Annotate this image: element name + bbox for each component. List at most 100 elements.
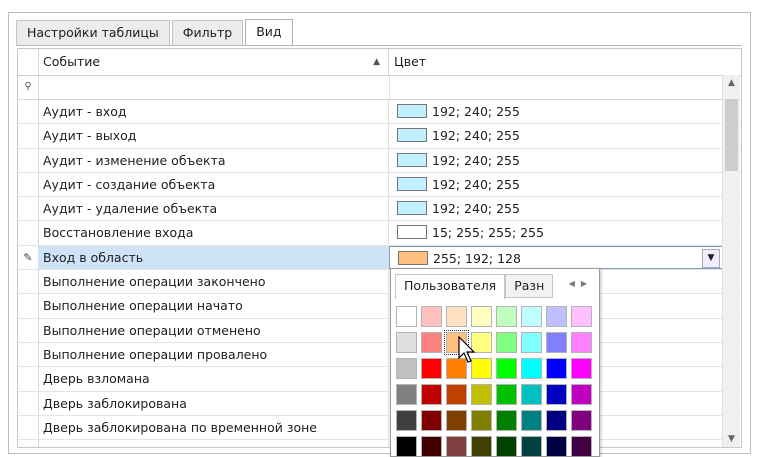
palette-color-cell[interactable] xyxy=(496,384,517,405)
palette-color-cell[interactable] xyxy=(546,306,567,327)
palette-color-cell[interactable] xyxy=(496,332,517,353)
palette-color-cell[interactable] xyxy=(521,384,542,405)
palette-color-cell[interactable] xyxy=(546,410,567,431)
event-cell[interactable]: Выполнение операции провалено xyxy=(38,342,389,367)
event-cell[interactable]: Выполнение операции отменено xyxy=(38,318,389,342)
event-cell[interactable]: Дверь взломана xyxy=(38,367,389,391)
palette-color-cell[interactable] xyxy=(446,410,467,431)
event-cell[interactable]: Аудит - вход xyxy=(38,100,389,124)
palette-color-cell[interactable] xyxy=(496,306,517,327)
tab-scroll-left-icon[interactable]: ◀ xyxy=(569,279,581,288)
event-cell[interactable]: Выполнение операции начато xyxy=(38,294,389,318)
scroll-up-icon[interactable]: ▲ xyxy=(723,75,740,91)
palette-color-cell[interactable] xyxy=(446,384,467,405)
event-cell[interactable]: Аудит - создание объекта xyxy=(38,172,389,197)
row-indicator xyxy=(18,221,39,245)
palette-color-cell[interactable] xyxy=(421,358,442,379)
tab-0[interactable]: Настройки таблицы xyxy=(16,20,170,45)
table-row[interactable]: Аудит - изменение объекта 192; 240; 255 xyxy=(18,148,741,173)
palette-color-cell[interactable] xyxy=(571,436,592,456)
palette-color-cell[interactable] xyxy=(496,358,517,379)
event-cell[interactable]: Выполнение операции закончено xyxy=(38,270,389,294)
table-row[interactable]: Восстановление входа 15; 255; 255; 255 xyxy=(18,221,741,246)
color-cell[interactable]: 15; 255; 255; 255 xyxy=(389,221,723,244)
palette-color-cell[interactable] xyxy=(521,436,542,456)
palette-color-cell[interactable] xyxy=(571,306,592,327)
palette-color-cell[interactable] xyxy=(521,306,542,327)
palette-color-cell[interactable] xyxy=(571,384,592,405)
palette-color-cell[interactable] xyxy=(421,306,442,327)
palette-color-cell[interactable] xyxy=(446,306,467,327)
scroll-down-icon[interactable]: ▼ xyxy=(723,431,740,447)
column-header-color[interactable]: Цвет xyxy=(389,49,741,75)
palette-color-cell[interactable] xyxy=(571,358,592,379)
table-row[interactable]: Аудит - создание объекта 192; 240; 255 xyxy=(18,172,741,198)
palette-color-cell[interactable] xyxy=(421,436,442,456)
palette-tab-various[interactable]: Разн xyxy=(505,274,554,298)
palette-color-cell[interactable] xyxy=(421,332,442,353)
palette-color-cell[interactable] xyxy=(546,358,567,379)
table-row[interactable]: Выполнение операции отменено xyxy=(18,318,741,343)
row-indicator xyxy=(18,391,39,415)
palette-color-cell[interactable] xyxy=(471,410,492,431)
palette-color-cell[interactable] xyxy=(546,332,567,353)
vertical-scrollbar[interactable]: ▲ ▼ xyxy=(722,75,740,447)
event-cell[interactable]: Аудит - выход xyxy=(38,124,389,148)
color-cell[interactable]: 255; 192; 128 ▼ xyxy=(389,245,723,270)
table-row[interactable]: Дверь заблокирована xyxy=(18,391,741,416)
palette-color-cell[interactable] xyxy=(421,384,442,405)
event-cell[interactable]: Аудит - удаление объекта xyxy=(38,197,389,221)
event-cell[interactable]: Дверь заблокирована по временной зоне xyxy=(38,415,389,440)
auto-filter-row[interactable]: ⚲ xyxy=(18,76,741,100)
palette-color-cell[interactable] xyxy=(396,306,417,327)
palette-color-cell[interactable] xyxy=(396,384,417,405)
table-row[interactable]: Дверь закрыта xyxy=(18,440,741,447)
color-cell[interactable]: 192; 240; 255 xyxy=(389,100,723,123)
palette-color-cell[interactable] xyxy=(446,436,467,456)
palette-color-cell[interactable] xyxy=(396,410,417,431)
event-cell[interactable]: Вход в область xyxy=(38,245,389,270)
palette-color-cell[interactable] xyxy=(521,358,542,379)
palette-color-cell[interactable] xyxy=(571,410,592,431)
palette-tab-scroll[interactable]: ◀▶ xyxy=(569,279,593,288)
palette-color-cell[interactable] xyxy=(521,410,542,431)
table-row[interactable]: Аудит - выход 192; 240; 255 xyxy=(18,124,741,149)
event-cell[interactable]: Аудит - изменение объекта xyxy=(38,148,389,172)
color-cell[interactable]: 192; 240; 255 xyxy=(389,149,723,172)
palette-color-cell[interactable] xyxy=(471,436,492,456)
table-row[interactable]: Выполнение операции закончено xyxy=(18,270,741,295)
palette-color-cell[interactable] xyxy=(471,384,492,405)
table-row[interactable]: Аудит - вход 192; 240; 255 xyxy=(18,100,741,125)
color-cell[interactable]: 192; 240; 255 xyxy=(389,173,723,196)
tab-scroll-right-icon[interactable]: ▶ xyxy=(581,279,593,288)
table-row[interactable]: Выполнение операции провалено xyxy=(18,342,741,368)
palette-color-cell[interactable] xyxy=(546,436,567,456)
tab-2[interactable]: Вид xyxy=(245,19,293,46)
chevron-down-icon[interactable]: ▼ xyxy=(702,248,720,268)
palette-color-cell[interactable] xyxy=(421,410,442,431)
table-row[interactable]: ✎ Вход в область 255; 192; 128 ▼ xyxy=(18,245,741,271)
event-cell[interactable]: Дверь заблокирована xyxy=(38,391,389,415)
settings-tabs: Настройки таблицы Фильтр Вид xyxy=(16,19,295,46)
palette-color-cell[interactable] xyxy=(571,332,592,353)
column-header-event[interactable]: Событие ▲ xyxy=(38,49,389,75)
palette-color-cell[interactable] xyxy=(471,306,492,327)
table-row[interactable]: Аудит - удаление объекта 192; 240; 255 xyxy=(18,197,741,222)
scrollbar-thumb[interactable] xyxy=(725,99,738,171)
event-cell[interactable]: Дверь закрыта xyxy=(38,440,389,447)
color-cell[interactable]: 192; 240; 255 xyxy=(389,124,723,147)
palette-tab-custom[interactable]: Пользователя xyxy=(395,274,506,299)
event-cell[interactable]: Восстановление входа xyxy=(38,221,389,245)
palette-color-cell[interactable] xyxy=(521,332,542,353)
table-row[interactable]: Дверь заблокирована по временной зоне xyxy=(18,415,741,441)
palette-color-cell[interactable] xyxy=(396,358,417,379)
palette-color-cell[interactable] xyxy=(496,436,517,456)
palette-color-cell[interactable] xyxy=(546,384,567,405)
table-row[interactable]: Выполнение операции начато xyxy=(18,294,741,319)
tab-1[interactable]: Фильтр xyxy=(171,20,244,45)
palette-color-cell[interactable] xyxy=(496,410,517,431)
color-cell[interactable]: 192; 240; 255 xyxy=(389,197,723,220)
table-row[interactable]: Дверь взломана xyxy=(18,367,741,392)
palette-color-cell[interactable] xyxy=(396,332,417,353)
palette-color-cell[interactable] xyxy=(396,436,417,456)
